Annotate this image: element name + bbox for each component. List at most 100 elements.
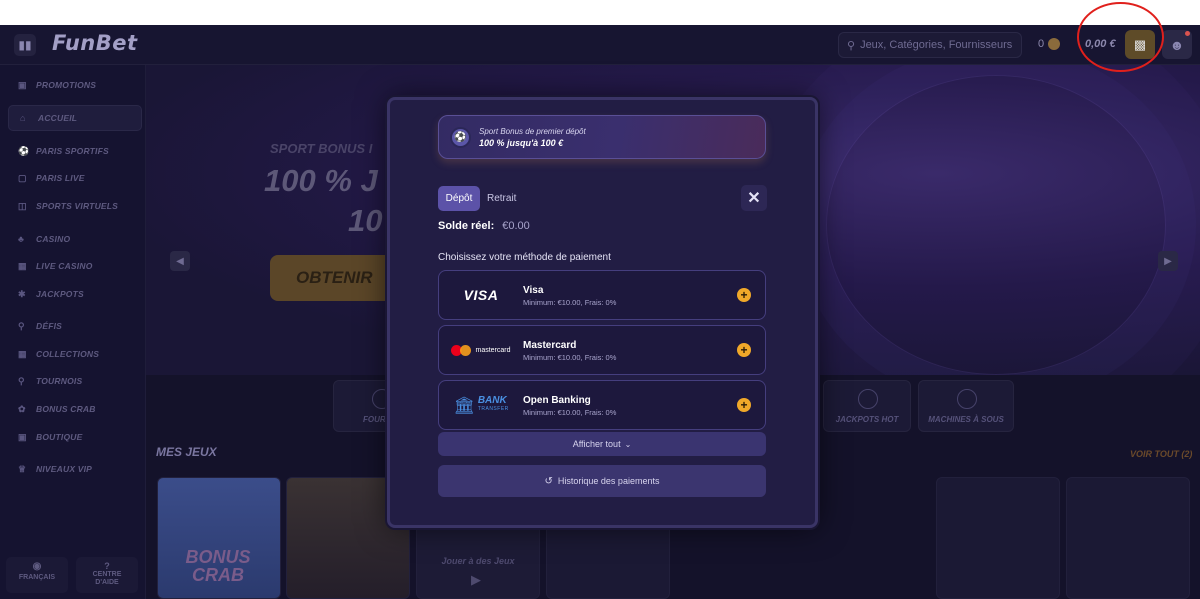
trophy-icon: ⚲ [18, 375, 25, 386]
search-placeholder: Jeux, Catégories, Fournisseurs [860, 39, 1013, 51]
sidebar-item-label: TOURNOIS [36, 376, 83, 386]
top-header: ▮▮ FunBet ⚲ Jeux, Catégories, Fournisseu… [0, 25, 1200, 65]
football-icon: ⚽ [450, 127, 471, 148]
bank-icon: 🏛 [453, 395, 475, 415]
payment-method-name: Visa [523, 285, 544, 296]
show-all-button[interactable]: Afficher tout ⌄ [438, 432, 766, 456]
sidebar-item-casino[interactable]: ♣ CASINO [18, 229, 70, 249]
my-games-title: MES JEUX [156, 445, 217, 459]
banner-obtenir-button[interactable]: OBTENIR [270, 255, 400, 301]
sidebar-item-label: BOUTIQUE [36, 432, 83, 442]
coins-balance[interactable]: 0 [1038, 38, 1061, 50]
payment-method-mastercard[interactable]: mastercard Mastercard Minimum: €10.00, F… [438, 325, 766, 375]
plus-icon[interactable]: + [737, 288, 751, 302]
slot-machine-icon [957, 389, 977, 409]
game-card-empty [936, 477, 1060, 599]
banner-headline-line1: 100 % J [264, 163, 378, 198]
close-icon: ✕ [747, 190, 761, 207]
language-button[interactable]: ◉ FRANÇAIS [6, 557, 68, 593]
category-label: MACHINES À SOUS [928, 415, 1004, 424]
mastercard-logo: mastercard [439, 326, 523, 374]
category-tile-machines-a-sous[interactable]: MACHINES À SOUS [918, 380, 1014, 432]
tab-deposit[interactable]: Dépôt [438, 186, 480, 211]
menu-toggle-button[interactable]: ▮▮ [14, 34, 36, 56]
browser-top-strip [0, 0, 1200, 25]
mastercard-logo-text: mastercard [475, 346, 511, 354]
cards-icon: ♣ [18, 234, 25, 244]
payment-method-desc: Minimum: €10.00, Frais: 0% [523, 353, 617, 362]
play-games-label: Jouer à des Jeux [441, 556, 515, 566]
collection-icon: ▦ [18, 348, 27, 359]
mastercard-circle-orange [460, 344, 472, 356]
show-all-label: Afficher tout [572, 439, 621, 449]
banner-prev-arrow[interactable]: ◀ [170, 251, 190, 271]
funbet-logo[interactable]: FunBet [52, 31, 138, 55]
sidebar-item-tournois[interactable]: ⚲ TOURNOIS [18, 371, 82, 391]
real-balance-value: €0.00 [502, 220, 530, 232]
sidebar-item-paris-sportifs[interactable]: ⚽ PARIS SPORTIFS [18, 141, 109, 161]
bank-logo-text: BANK [477, 395, 507, 406]
sidebar-item-label: NIVEAUX VIP [36, 464, 93, 474]
sidebar-item-niveaux-vip[interactable]: ♕ NIVEAUX VIP [18, 459, 92, 479]
crown-icon: ♕ [18, 463, 27, 474]
bank-transfer-logo: 🏛 BANK TRANSFER [439, 381, 523, 429]
payment-method-desc: Minimum: €10.00, Frais: 0% [523, 298, 617, 307]
see-all-link[interactable]: VOIR TOUT (2) [1130, 449, 1192, 459]
game-card-empty [1066, 477, 1190, 599]
target-icon: ⚲ [18, 320, 25, 331]
sidebar-item-jackpots[interactable]: ✱ JACKPOTS [18, 284, 84, 304]
close-button[interactable]: ✕ [741, 185, 767, 211]
plus-icon[interactable]: + [737, 343, 751, 357]
profile-button[interactable]: ☻ [1162, 30, 1192, 59]
help-icon: ? [104, 561, 110, 571]
sidebar-item-live-casino[interactable]: ▦ LIVE CASINO [18, 256, 93, 276]
plus-icon[interactable]: + [737, 398, 751, 412]
ball-icon: ⚽ [18, 145, 30, 156]
sidebar-item-label: COLLECTIONS [36, 349, 100, 359]
menu-icon: ▮▮ [18, 38, 32, 52]
sidebar-item-boutique[interactable]: ▣ BOUTIQUE [18, 427, 82, 447]
payment-method-open-banking[interactable]: 🏛 BANK TRANSFER Open Banking Minimum: €10.… [438, 380, 766, 430]
red-annotation-circle [1077, 2, 1164, 72]
sidebar-item-accueil[interactable]: ⌂ ACCUEIL [20, 108, 77, 128]
game-card-bonus-crab[interactable]: BONUS CRAB [157, 477, 281, 599]
app-window: ▮▮ FunBet ⚲ Jeux, Catégories, Fournisseu… [0, 25, 1200, 599]
sidebar-item-label: JACKPOTS [36, 289, 84, 299]
payment-method-heading: Choisissez votre méthode de paiement [438, 252, 611, 263]
live-icon: ▢ [18, 172, 27, 183]
sidebar-item-label: PARIS SPORTIFS [36, 146, 109, 156]
tab-withdraw[interactable]: Retrait [487, 186, 516, 211]
search-input[interactable]: ⚲ Jeux, Catégories, Fournisseurs [838, 32, 1022, 58]
sidebar-item-label: PARIS LIVE [36, 173, 85, 183]
sidebar-item-label: LIVE CASINO [36, 261, 93, 271]
shop-icon: ▣ [18, 431, 27, 442]
bank-logo-subtext: TRANSFER [477, 406, 509, 412]
chevron-left-icon: ◀ [176, 255, 184, 267]
banner-decoration [826, 75, 1166, 375]
visa-logo: VISA [439, 271, 523, 319]
gamepad-icon: ◫ [18, 200, 27, 211]
payment-method-visa[interactable]: VISA Visa Minimum: €10.00, Frais: 0% + [438, 270, 766, 320]
sidebar: ▣ PROMOTIONS ⌂ ACCUEIL ⚽ PARIS SPORTIFS ▢ PA… [0, 65, 146, 599]
notification-dot [1185, 31, 1190, 36]
sidebar-item-paris-live[interactable]: ▢ PARIS LIVE [18, 168, 85, 188]
sidebar-item-label: DÉFIS [36, 321, 63, 331]
sidebar-item-defis[interactable]: ⚲ DÉFIS [18, 316, 62, 336]
coins-count: 0 [1038, 38, 1045, 50]
payment-method-desc: Minimum: €10.00, Frais: 0% [523, 408, 617, 417]
sidebar-item-label: CASINO [36, 234, 71, 244]
sidebar-item-promotions[interactable]: ▣ PROMOTIONS [18, 75, 96, 95]
first-deposit-bonus-banner[interactable]: ⚽ Sport Bonus de premier dépôt 100 % jus… [438, 115, 766, 159]
search-icon: ⚲ [847, 39, 856, 52]
banner-next-arrow[interactable]: ▶ [1158, 251, 1178, 271]
sidebar-item-sports-virtuels[interactable]: ◫ SPORTS VIRTUELS [18, 196, 118, 216]
sidebar-item-collections[interactable]: ▦ COLLECTIONS [18, 344, 99, 364]
help-center-button[interactable]: ? CENTRE D'AIDE [76, 557, 138, 593]
payment-history-button[interactable]: ↺ Historique des paiements [438, 465, 766, 497]
sidebar-item-bonus-crab[interactable]: ✿ BONUS CRAB [18, 399, 96, 419]
category-tile-jackpots-hot[interactable]: JACKPOTS HOT [823, 380, 911, 432]
chevron-down-icon: ⌄ [624, 439, 632, 449]
gift-icon: ▣ [18, 79, 27, 90]
chevron-right-icon: ▶ [1164, 255, 1172, 267]
user-icon: ☻ [1169, 36, 1185, 53]
